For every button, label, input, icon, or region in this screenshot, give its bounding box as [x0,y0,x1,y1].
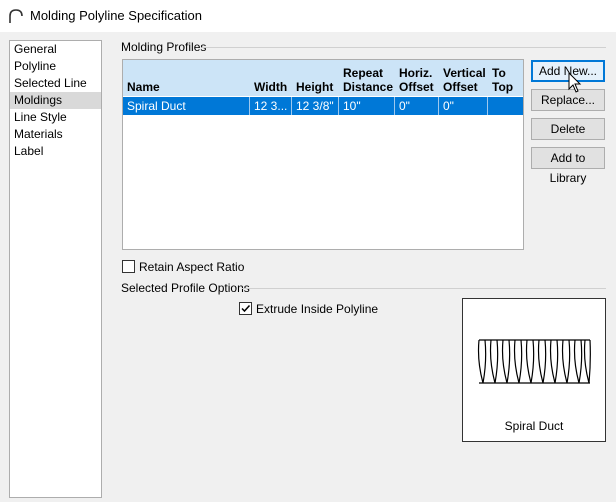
column-header-to-top[interactable]: To Top [488,60,523,96]
sidebar-item-polyline[interactable]: Polyline [10,58,101,75]
retain-aspect-ratio-checkbox[interactable] [122,260,135,273]
spiral-duct-preview-image [477,339,591,384]
column-header-height[interactable]: Height [292,60,338,96]
extrude-inside-polyline-checkbox[interactable] [239,302,252,315]
molding-profiles-list[interactable]: Name Width Height Repeat Distance Horiz. O… [122,59,524,250]
list-header: Name Width Height Repeat Distance Horiz. O… [123,60,523,96]
selected-profile-options-group-label: Selected Profile Options [121,281,250,295]
column-header-vertical-offset[interactable]: Vertical Offset [439,60,487,96]
extrude-inside-polyline-label[interactable]: Extrude Inside Polyline [256,302,378,316]
preview-label: Spiral Duct [504,419,564,433]
column-header-name[interactable]: Name [123,60,249,96]
sidebar-item-general[interactable]: General [10,41,101,58]
column-header-horiz-offset[interactable]: Horiz. Offset [395,60,438,96]
sidebar-item-materials[interactable]: Materials [10,126,101,143]
sidebar: General Polyline Selected Line Moldings … [9,40,102,498]
checkmark-icon [241,304,251,313]
cell-height: 12 3/8" [292,97,339,115]
group-divider [202,47,606,48]
column-header-repeat-distance[interactable]: Repeat Distance [339,60,394,96]
group-divider [242,288,606,289]
cell-horiz-offset: 0" [395,97,439,115]
molding-app-icon [9,9,23,23]
molding-profiles-group-label: Molding Profiles [121,40,207,54]
cell-name: Spiral Duct [123,97,250,115]
cell-to-top [488,97,523,115]
mouse-pointer-icon [568,72,582,93]
column-header-width[interactable]: Width [250,60,291,96]
cell-repeat-distance: 10" [339,97,395,115]
delete-button[interactable]: Delete [531,118,605,140]
window-title: Molding Polyline Specification [30,8,202,23]
cell-width: 12 3... [250,97,292,115]
sidebar-item-label[interactable]: Label [10,143,101,160]
sidebar-item-line-style[interactable]: Line Style [10,109,101,126]
profile-preview: Spiral Duct [462,298,606,442]
cell-vertical-offset: 0" [439,97,488,115]
table-row[interactable]: Spiral Duct 12 3... 12 3/8" 10" 0" 0" [123,97,523,115]
add-to-library-button[interactable]: Add to Library [531,147,605,185]
title-bar: Molding Polyline Specification [0,0,616,32]
sidebar-item-moldings[interactable]: Moldings [10,92,101,109]
sidebar-item-selected-line[interactable]: Selected Line [10,75,101,92]
retain-aspect-ratio-label[interactable]: Retain Aspect Ratio [139,260,244,274]
